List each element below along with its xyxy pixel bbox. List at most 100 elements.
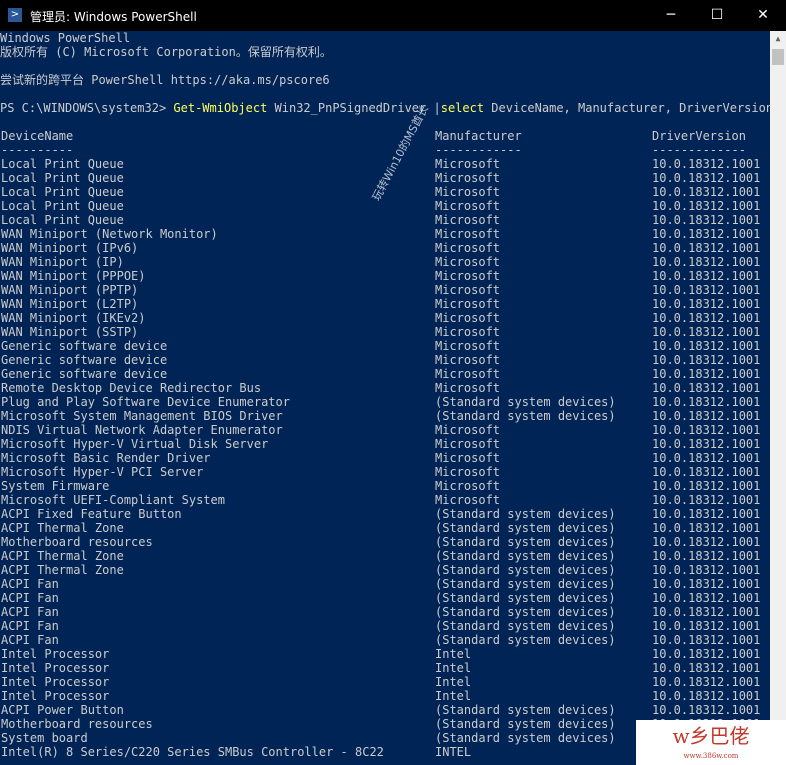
- driver-version: 10.0.18312.1001: [652, 577, 761, 591]
- manufacturer: Microsoft: [435, 157, 501, 171]
- manufacturer: (Standard system devices): [435, 507, 616, 521]
- driver-version: 10.0.18312.1001: [652, 661, 761, 675]
- driver-version: 10.0.18312.1001: [652, 535, 761, 549]
- device-name: ACPI Thermal Zone: [1, 521, 124, 535]
- manufacturer: INTEL: [435, 745, 472, 759]
- device-name: ACPI Fixed Feature Button: [1, 507, 182, 521]
- device-name: WAN Miniport (Network Monitor): [1, 227, 218, 241]
- select-args: DeviceName, Manufacturer, DriverVersion: [484, 101, 774, 115]
- banner-line: [0, 87, 770, 101]
- table-row: WAN Miniport (Network Monitor) Microsoft 1…: [0, 227, 770, 241]
- table-header: DeviceName Manufacturer DriverVersion: [0, 129, 770, 143]
- banner-line: Windows PowerShell: [0, 31, 131, 45]
- driver-version: 10.0.18312.1001: [652, 605, 761, 619]
- device-name: WAN Miniport (L2TP): [1, 297, 139, 311]
- table-row: Microsoft UEFI-Compliant System Microsoft…: [0, 493, 770, 507]
- device-name: ACPI Fan: [1, 591, 59, 605]
- device-name: Plug and Play Software Device Enumerator: [1, 395, 290, 409]
- manufacturer: Microsoft: [435, 367, 501, 381]
- device-name: Microsoft Hyper-V Virtual Disk Server: [1, 437, 269, 451]
- pipe: |: [433, 101, 441, 115]
- device-name: ACPI Power Button: [1, 703, 124, 717]
- device-name: Microsoft Basic Render Driver: [1, 451, 211, 465]
- device-name: Microsoft System Management BIOS Driver: [1, 409, 283, 423]
- driver-version: 10.0.18312.1001: [652, 367, 761, 381]
- table-row: WAN Miniport (PPTP) Microsoft 10.0.18312.1…: [0, 283, 770, 297]
- manufacturer: Microsoft: [435, 199, 501, 213]
- manufacturer: Microsoft: [435, 437, 501, 451]
- table-row: Microsoft System Management BIOS Driver (…: [0, 409, 770, 423]
- table-row: ACPI Power Button (Standard system device…: [0, 703, 770, 717]
- manufacturer: Microsoft: [435, 171, 501, 185]
- table-row: WAN Miniport (IPv6) Microsoft 10.0.18312.1…: [0, 241, 770, 255]
- device-name: Generic software device: [1, 339, 168, 353]
- table-row: System Firmware Microsoft 10.0.18312.1001: [0, 479, 770, 493]
- manufacturer: Microsoft: [435, 493, 501, 507]
- manufacturer: Microsoft: [435, 241, 501, 255]
- table-row: WAN Miniport (L2TP) Microsoft 10.0.18312.1…: [0, 297, 770, 311]
- scroll-up-arrow-icon[interactable]: ▲: [770, 31, 786, 47]
- manufacturer: Microsoft: [435, 339, 501, 353]
- manufacturer: (Standard system devices): [435, 521, 616, 535]
- manufacturer: Microsoft: [435, 185, 501, 199]
- console-output[interactable]: Windows PowerShell 版权所有 (C) Microsoft Cor…: [0, 31, 774, 759]
- manufacturer: (Standard system devices): [435, 605, 616, 619]
- device-name: ACPI Fan: [1, 605, 59, 619]
- driver-version: 10.0.18312.1001: [652, 549, 761, 563]
- table-row: Intel Processor Intel 10.0.18312.1001: [0, 689, 770, 703]
- driver-version: 10.0.18312.1001: [652, 423, 761, 437]
- driver-version: 10.0.18312.1001: [652, 255, 761, 269]
- device-name: System Firmware: [1, 479, 110, 493]
- manufacturer: (Standard system devices): [435, 563, 616, 577]
- cmd-arg: Win32_PnPSignedDriver: [267, 101, 434, 115]
- scrollbar-thumb[interactable]: [772, 49, 784, 65]
- table-row: Plug and Play Software Device Enumerator…: [0, 395, 770, 409]
- table-row: ACPI Fan (Standard system devices) 10.0.18…: [0, 619, 770, 633]
- table-row: ACPI Fan (Standard system devices) 10.0.18…: [0, 577, 770, 591]
- device-name: Generic software device: [1, 367, 168, 381]
- banner-line: 版权所有 (C) Microsoft Corporation。保留所有权利。: [0, 45, 332, 59]
- device-name: ACPI Fan: [1, 619, 59, 633]
- device-name: Intel Processor: [1, 647, 110, 661]
- table-row: WAN Miniport (SSTP) Microsoft 10.0.18312.1…: [0, 325, 770, 339]
- device-name: Microsoft UEFI-Compliant System: [1, 493, 225, 507]
- device-name: NDIS Virtual Network Adapter Enumerator: [1, 423, 283, 437]
- header-driverversion: DriverVersion: [652, 129, 746, 143]
- scrollbar[interactable]: ▲: [770, 31, 786, 765]
- driver-version: 10.0.18312.1001: [652, 339, 761, 353]
- title-bar: > 管理员: Windows PowerShell ─ ☐ ✕: [0, 0, 786, 31]
- manufacturer: Intel: [435, 689, 472, 703]
- driver-version: 10.0.18312.1001: [652, 199, 761, 213]
- maximize-button[interactable]: ☐: [694, 0, 740, 31]
- table-row: ACPI Fan (Standard system devices) 10.0.18…: [0, 605, 770, 619]
- manufacturer: (Standard system devices): [435, 577, 616, 591]
- device-name: Local Print Queue: [1, 199, 124, 213]
- manufacturer: Microsoft: [435, 283, 501, 297]
- table-row: Generic software device Microsoft 10.0.183…: [0, 339, 770, 353]
- device-name: Intel(R) 8 Series/C220 Series SMBus Cont…: [1, 745, 384, 759]
- manufacturer: (Standard system devices): [435, 731, 616, 745]
- manufacturer: Microsoft: [435, 325, 501, 339]
- manufacturer: Microsoft: [435, 269, 501, 283]
- manufacturer: (Standard system devices): [435, 549, 616, 563]
- minimize-button[interactable]: ─: [648, 0, 694, 31]
- driver-version: 10.0.18312.1001: [652, 311, 761, 325]
- header-devicename: DeviceName: [1, 129, 74, 143]
- driver-version: 10.0.18312.1001: [652, 437, 761, 451]
- manufacturer: (Standard system devices): [435, 717, 616, 731]
- device-name: Local Print Queue: [1, 213, 124, 227]
- driver-version: 10.0.18312.1001: [652, 689, 761, 703]
- driver-version: 10.0.18312.1001: [652, 647, 761, 661]
- device-name: ACPI Fan: [1, 633, 59, 647]
- device-name: Local Print Queue: [1, 157, 124, 171]
- header-manufacturer: Manufacturer: [435, 129, 522, 143]
- table-row: ACPI Thermal Zone (Standard system device…: [0, 563, 770, 577]
- driver-version: 10.0.18312.1001: [652, 507, 761, 521]
- table-row: WAN Miniport (IKEv2) Microsoft 10.0.18312.…: [0, 311, 770, 325]
- driver-version: 10.0.18312.1001: [652, 395, 761, 409]
- device-name: Intel Processor: [1, 689, 110, 703]
- table-row: Remote Desktop Device Redirector Bus Micr…: [0, 381, 770, 395]
- close-button[interactable]: ✕: [740, 0, 786, 31]
- device-name: Microsoft Hyper-V PCI Server: [1, 465, 204, 479]
- driver-version: 10.0.18312.1001: [652, 479, 761, 493]
